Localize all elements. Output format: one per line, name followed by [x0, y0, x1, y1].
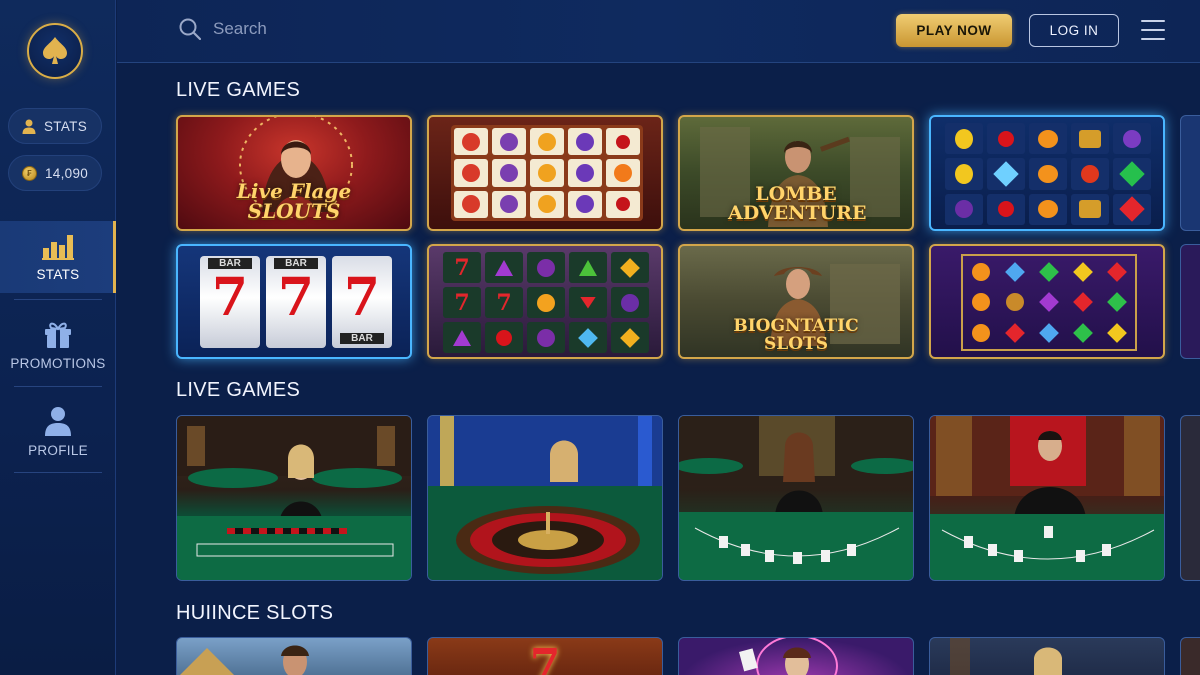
- game-card[interactable]: [929, 115, 1165, 231]
- sidebar: STATS ₣ 14,090 STATS PROMOTIONS PROFILE: [0, 0, 116, 675]
- divider: [14, 472, 102, 473]
- sidebar-item-label: STATS: [36, 267, 80, 282]
- game-title: BIOGNTATIC SLOTS: [733, 316, 859, 354]
- dealer-table-artwork: [428, 416, 662, 580]
- hamburger-menu-icon[interactable]: [1141, 20, 1165, 40]
- sidebar-item-profile[interactable]: PROFILE: [0, 392, 116, 472]
- stats-pill-label: STATS: [44, 118, 88, 134]
- dealer-table-artwork: [177, 416, 411, 580]
- section-title: LIVE GAMES: [176, 379, 301, 401]
- seven-symbol: 7: [211, 267, 249, 328]
- section-title: HUIINCE SLOTS: [176, 602, 334, 624]
- live-dealer-card-partial[interactable]: [1180, 415, 1200, 581]
- search-input[interactable]: Search: [213, 19, 267, 39]
- game-card-partial[interactable]: [1180, 637, 1200, 675]
- seven-symbol: 7: [277, 267, 315, 328]
- game-card[interactable]: Live Flage SLOUTS: [176, 115, 412, 231]
- game-card[interactable]: [176, 637, 412, 675]
- game-artwork: [950, 638, 1062, 675]
- slot-reels: BAR 7 BAR 7 7 BAR: [200, 256, 392, 348]
- slot-reels: [961, 254, 1137, 351]
- game-title: LOMBE ADVENTURE: [728, 183, 867, 224]
- sidebar-item-stats[interactable]: STATS: [0, 221, 116, 293]
- game-artwork: [180, 645, 309, 675]
- user-icon: [45, 407, 71, 436]
- balance-value: 14,090: [45, 165, 89, 181]
- live-dealer-card[interactable]: [427, 415, 663, 581]
- game-card-partial[interactable]: [1180, 244, 1200, 359]
- coin-icon: ₣: [22, 165, 37, 181]
- search-box[interactable]: Search: [179, 18, 267, 40]
- top-bar: Search PLAY NOW LOG IN: [117, 0, 1200, 63]
- dealer-table-artwork: [930, 416, 1164, 580]
- game-card[interactable]: 7: [427, 637, 663, 675]
- play-now-button[interactable]: PLAY NOW: [896, 14, 1012, 47]
- game-card[interactable]: LOMBE ADVENTURE: [678, 115, 914, 231]
- game-card[interactable]: 7 7 7: [427, 244, 663, 359]
- seven-symbol: 7: [529, 640, 561, 675]
- live-dealer-card[interactable]: [176, 415, 412, 581]
- balance-pill[interactable]: ₣ 14,090: [8, 155, 102, 191]
- live-dealer-card[interactable]: [678, 415, 914, 581]
- bar-chart-icon: [42, 235, 74, 260]
- divider: [14, 386, 102, 387]
- game-card-partial[interactable]: [1180, 115, 1200, 231]
- game-card[interactable]: BIOGNTATIC SLOTS: [678, 244, 914, 359]
- game-card[interactable]: [427, 115, 663, 231]
- log-in-button[interactable]: LOG IN: [1029, 14, 1119, 47]
- slot-reels: [451, 125, 643, 221]
- user-icon: [22, 119, 36, 134]
- spade-logo-icon[interactable]: [27, 23, 83, 79]
- section-title: LIVE GAMES: [176, 79, 301, 101]
- game-artwork: [738, 638, 838, 675]
- game-card[interactable]: [929, 244, 1165, 359]
- dealer-table-artwork: [679, 416, 913, 580]
- live-dealer-card[interactable]: [929, 415, 1165, 581]
- game-card[interactable]: [929, 637, 1165, 675]
- slot-reels: [945, 123, 1151, 225]
- divider: [14, 299, 102, 300]
- sidebar-item-label: PROMOTIONS: [10, 356, 106, 371]
- game-title: Live Flage SLOUTS: [236, 179, 352, 223]
- search-icon: [179, 18, 201, 40]
- stats-pill[interactable]: STATS: [8, 108, 102, 144]
- slot-reels: 7 7 7: [443, 252, 649, 353]
- gift-icon: [45, 322, 71, 348]
- game-card[interactable]: BAR 7 BAR 7 7 BAR: [176, 244, 412, 359]
- bar-symbol: BAR: [340, 333, 384, 344]
- sidebar-item-label: PROFILE: [28, 443, 88, 458]
- game-card[interactable]: [678, 637, 914, 675]
- sidebar-item-promotions[interactable]: PROMOTIONS: [0, 305, 116, 385]
- seven-symbol: 7: [343, 267, 381, 328]
